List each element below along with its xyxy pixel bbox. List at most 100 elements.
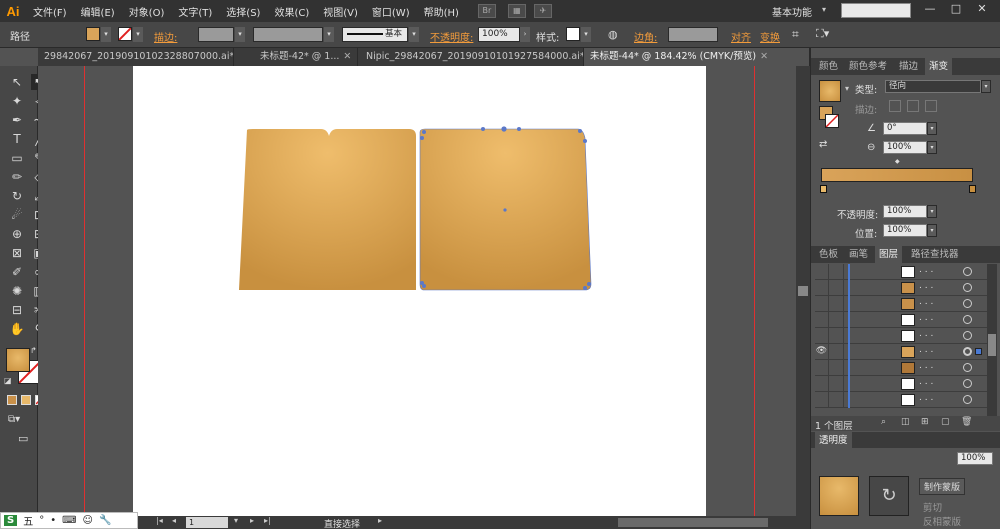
gradient-stop-end[interactable] bbox=[969, 185, 976, 193]
draw-mode-icon[interactable]: ⧉▾ bbox=[8, 414, 20, 425]
artboard-dropdown-icon[interactable]: ▾ bbox=[234, 516, 238, 525]
opacity-field[interactable]: 100% bbox=[478, 27, 520, 42]
gradient-opacity-field[interactable]: 100% bbox=[883, 205, 927, 218]
status-menu-icon[interactable]: ▸ bbox=[378, 516, 382, 525]
gradient-midpoint-icon[interactable]: ◆ bbox=[895, 158, 900, 165]
isolate-object-icon[interactable]: ⌗ bbox=[792, 27, 799, 42]
visibility-toggle[interactable] bbox=[815, 376, 829, 391]
layer-row[interactable]: . . . bbox=[815, 312, 987, 328]
arrange-documents-icon[interactable]: ▦ bbox=[507, 4, 526, 18]
type-tool-icon[interactable]: T bbox=[9, 131, 25, 147]
make-mask-button[interactable]: 制作蒙版 bbox=[919, 478, 966, 495]
graphic-style-swatch[interactable] bbox=[566, 27, 580, 41]
opacity-label[interactable]: 不透明度: bbox=[430, 29, 473, 44]
layer-target-icon[interactable] bbox=[963, 395, 972, 404]
gradient-location-field[interactable]: 100% bbox=[883, 224, 927, 237]
menu-edit[interactable]: 编辑(E) bbox=[74, 4, 122, 19]
layers-scrollbar[interactable] bbox=[987, 264, 997, 416]
menu-window[interactable]: 窗口(W) bbox=[365, 4, 417, 19]
color-mode-icon[interactable] bbox=[7, 395, 17, 405]
menu-effect[interactable]: 效果(C) bbox=[267, 4, 316, 19]
gradient-stop-start[interactable] bbox=[820, 185, 827, 193]
fill-color-box-front[interactable] bbox=[6, 348, 30, 372]
maximize-button[interactable]: □ bbox=[946, 2, 966, 18]
clip-checkbox[interactable]: 剪切 bbox=[923, 500, 942, 514]
corner-label[interactable]: 边角: bbox=[634, 29, 657, 44]
tab-document-2[interactable]: 未标题-42* @ 1... ✕ bbox=[254, 48, 358, 66]
next-artboard-icon[interactable]: ▸ bbox=[250, 516, 254, 525]
corner-radius-field[interactable] bbox=[668, 27, 718, 42]
menu-view[interactable]: 视图(V) bbox=[316, 4, 365, 19]
layer-row[interactable]: . . . bbox=[815, 296, 987, 312]
tab-color-guide[interactable]: 颜色参考 bbox=[845, 58, 891, 75]
ime-punctuation[interactable]: ° bbox=[39, 515, 44, 526]
menu-file[interactable]: 文件(F) bbox=[26, 4, 74, 19]
align-link[interactable]: 对齐 bbox=[731, 29, 751, 44]
vertical-scrollbar[interactable] bbox=[796, 66, 810, 516]
brush-definition-dropdown[interactable]: ▾ bbox=[409, 27, 419, 42]
minimize-button[interactable]: — bbox=[920, 2, 940, 18]
new-layer-icon[interactable]: ▢ bbox=[941, 417, 950, 427]
tab-document-3[interactable]: Nipic_29842067_20190910101927584000.ai*✕ bbox=[360, 48, 584, 66]
stroke-swatch[interactable] bbox=[118, 27, 132, 41]
ime-mode[interactable]: 五 bbox=[23, 513, 33, 528]
tab-stroke[interactable]: 描边 bbox=[895, 58, 922, 75]
visibility-toggle[interactable] bbox=[815, 296, 829, 311]
emoji-icon[interactable]: ☺ bbox=[83, 515, 93, 526]
layer-target-icon[interactable] bbox=[963, 363, 972, 372]
eyedropper-tool-icon[interactable]: ✐ bbox=[9, 264, 25, 280]
lock-toggle[interactable] bbox=[830, 296, 844, 311]
pencil-tool-icon[interactable]: ✏ bbox=[9, 169, 25, 185]
layer-row[interactable]: 👁 . . . bbox=[815, 344, 987, 360]
menu-help[interactable]: 帮助(H) bbox=[417, 4, 466, 19]
visibility-toggle[interactable] bbox=[815, 360, 829, 375]
gradient-type-dropdown[interactable]: ▾ bbox=[981, 80, 991, 93]
tab-pathfinder[interactable]: 路径查找器 bbox=[907, 246, 963, 263]
visibility-toggle[interactable] bbox=[815, 392, 829, 407]
layer-name[interactable]: . . . bbox=[919, 265, 933, 275]
search-input[interactable] bbox=[841, 3, 911, 18]
menu-type[interactable]: 文字(T) bbox=[171, 4, 219, 19]
stroke-within-icon[interactable] bbox=[889, 100, 901, 112]
make-clipping-mask-icon[interactable]: ◫ bbox=[901, 417, 910, 427]
close-icon[interactable]: ✕ bbox=[343, 51, 351, 62]
layer-target-icon[interactable] bbox=[963, 267, 972, 276]
tab-document-active[interactable]: 未标题-44* @ 184.42% (CMYK/预览) ✕ bbox=[584, 48, 810, 66]
menu-select[interactable]: 选择(S) bbox=[219, 4, 267, 19]
selection-tool-icon[interactable]: ↖ bbox=[9, 74, 25, 90]
gradient-preview-swatch[interactable] bbox=[819, 80, 841, 102]
wrench-icon[interactable]: 🔧 bbox=[99, 515, 111, 526]
stroke-weight-dropdown[interactable]: ▾ bbox=[235, 27, 245, 42]
gradient-angle-dropdown[interactable]: ▾ bbox=[927, 122, 937, 135]
layer-name[interactable]: . . . bbox=[919, 329, 933, 339]
keyboard-icon[interactable]: ⌨ bbox=[62, 515, 76, 526]
tab-document-1[interactable]: 29842067_20190910102328807000.ai*✕ bbox=[38, 48, 234, 66]
layer-name[interactable]: . . . bbox=[919, 345, 933, 355]
layer-target-icon[interactable] bbox=[963, 347, 972, 356]
layer-row[interactable]: . . . bbox=[815, 328, 987, 344]
lock-toggle[interactable] bbox=[830, 280, 844, 295]
symbol-tool-icon[interactable]: ✺ bbox=[9, 283, 25, 299]
layer-row[interactable]: . . . bbox=[815, 360, 987, 376]
artboard-number-field[interactable]: 1 bbox=[186, 517, 228, 528]
layer-target-icon[interactable] bbox=[963, 331, 972, 340]
rotate-tool-icon[interactable]: ↻ bbox=[9, 188, 25, 204]
layer-name[interactable]: . . . bbox=[919, 361, 933, 371]
stroke-along-icon[interactable] bbox=[907, 100, 919, 112]
fill-dropdown[interactable]: ▾ bbox=[101, 27, 111, 42]
gradient-stroke-swatch[interactable] bbox=[825, 114, 839, 128]
fill-swatch[interactable] bbox=[86, 27, 100, 41]
panel-options-icon[interactable]: ⛶▾ bbox=[816, 27, 829, 41]
gradient-type-select[interactable]: 径向 bbox=[885, 80, 981, 93]
close-window-button[interactable]: ✕ bbox=[972, 2, 992, 18]
gradient-location-dropdown[interactable]: ▾ bbox=[927, 224, 937, 237]
transparency-opacity-field[interactable]: 100% bbox=[957, 452, 993, 465]
stroke-label[interactable]: 描边: bbox=[154, 29, 177, 44]
layer-row[interactable]: . . . bbox=[815, 264, 987, 280]
ime-logo[interactable]: S bbox=[4, 515, 18, 526]
pen-tool-icon[interactable]: ✒ bbox=[9, 112, 25, 128]
vertical-scroll-thumb[interactable] bbox=[798, 286, 808, 296]
artboard-tool-icon[interactable]: ⊟ bbox=[9, 302, 25, 318]
tab-layers[interactable]: 图层 bbox=[875, 246, 903, 263]
selection-indicator[interactable] bbox=[975, 348, 982, 355]
